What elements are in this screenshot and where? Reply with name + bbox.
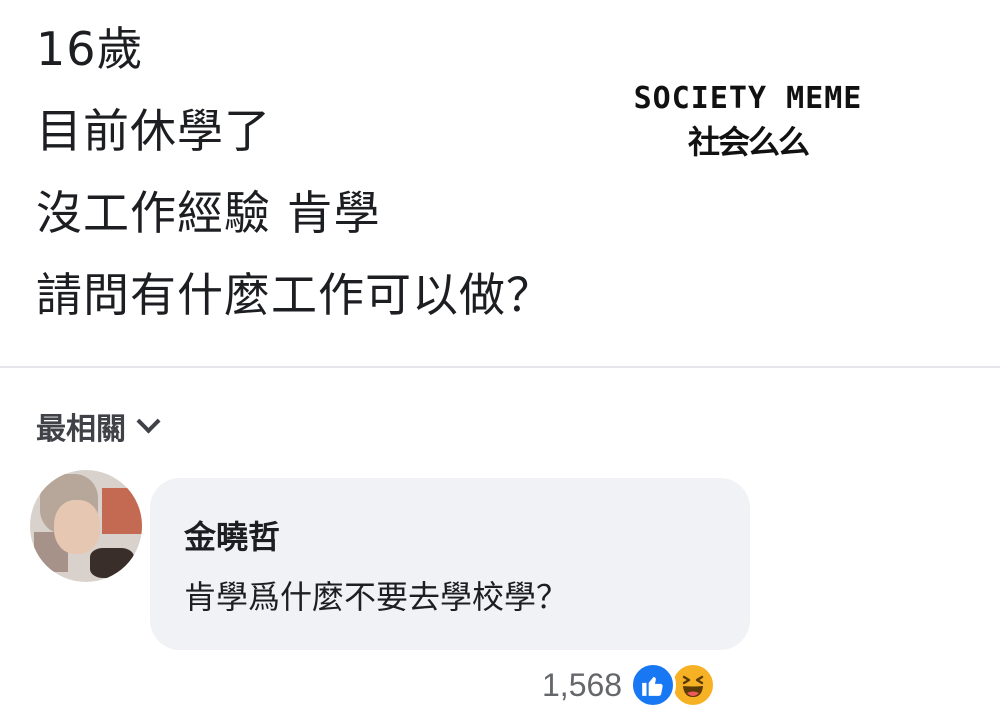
comment-bubble: 金曉哲 肯學爲什麼不要去學校學？ [150, 478, 750, 650]
comment-sort-dropdown[interactable]: 最相關 [36, 404, 161, 448]
reaction-summary[interactable]: 1,568 [542, 662, 717, 708]
sort-label: 最相關 [36, 412, 126, 447]
post-line-experience: 沒工作經驗 肯學 [36, 186, 381, 240]
watermark-chinese: 社会么么 [687, 123, 810, 161]
avatar[interactable] [30, 470, 142, 582]
post-line-age: 16歲 [36, 22, 144, 76]
reaction-count: 1,568 [542, 666, 623, 703]
post-text: 16歲 目前休學了 沒工作經驗 肯學 請問有什麼工作可以做？ [36, 8, 796, 336]
comment-text: 肯學爲什麼不要去學校學？ [184, 578, 569, 616]
comment-author[interactable]: 金曉哲 [184, 512, 280, 558]
watermark-logo: SOCIETY MEME 社会么么 [608, 80, 888, 164]
haha-icon [670, 662, 717, 708]
chevron-down-icon [136, 408, 161, 434]
post-line-question: 請問有什麼工作可以做？ [36, 268, 553, 322]
like-icon [630, 662, 677, 708]
watermark-english: SOCIETY MEME [633, 81, 863, 116]
divider [0, 366, 1000, 368]
